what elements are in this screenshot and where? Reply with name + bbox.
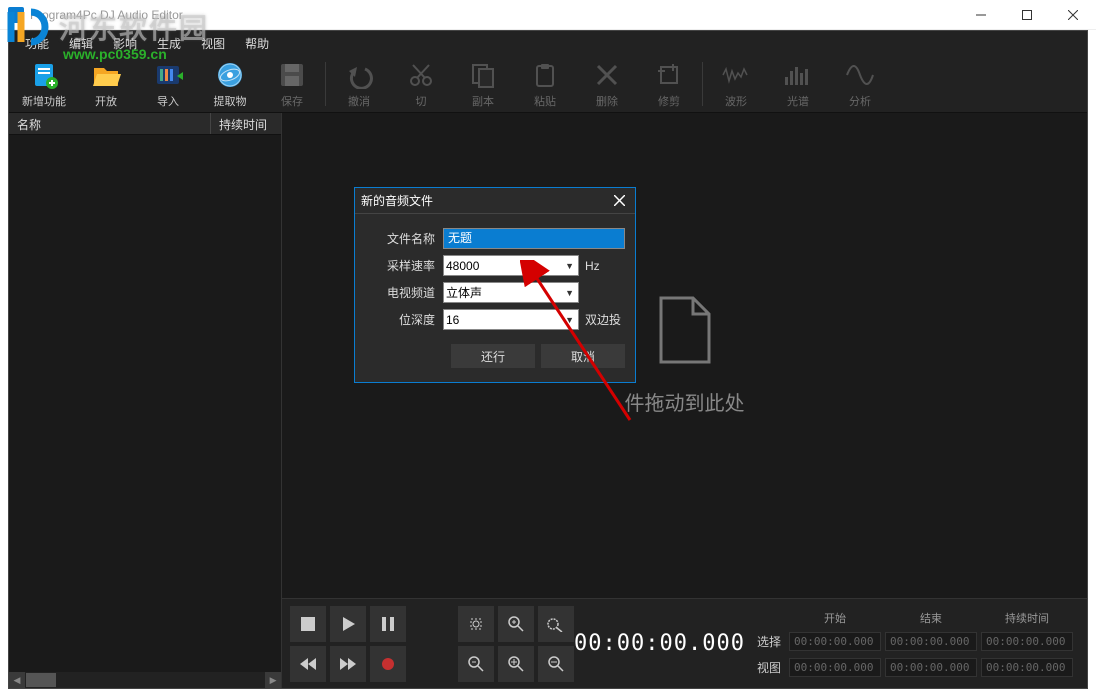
dialog-title: 新的音频文件 xyxy=(361,192,609,209)
toolbar: 新增功能开放导入提取物保存撤消切副本粘贴删除修剪波形光谱分析 xyxy=(9,55,1087,113)
save-icon xyxy=(278,59,306,91)
menu-help[interactable]: 帮助 xyxy=(235,33,279,54)
zoom-out-button[interactable] xyxy=(458,646,494,682)
cut-icon xyxy=(407,59,435,91)
tt-sel-start[interactable]: 00:00:00.000 xyxy=(789,632,881,651)
toolbar-new-button[interactable]: 新增功能 xyxy=(13,57,75,111)
drop-hint-text: 件拖动到此处 xyxy=(625,387,745,416)
menu-edit[interactable]: 编辑 xyxy=(59,33,103,54)
paste-icon xyxy=(531,59,559,91)
toolbar-save-button: 保存 xyxy=(261,57,323,111)
forward-button[interactable] xyxy=(330,646,366,682)
tt-head-end: 结束 xyxy=(885,610,977,626)
label-filename: 文件名称 xyxy=(365,230,443,247)
zoom-selection-button[interactable] xyxy=(538,606,574,642)
tt-head-start: 开始 xyxy=(789,610,881,626)
tt-sel-end[interactable]: 00:00:00.000 xyxy=(885,632,977,651)
unit-hz: Hz xyxy=(579,259,625,273)
extract-icon xyxy=(215,59,245,91)
dialog-close-button[interactable] xyxy=(609,191,629,211)
menu-generate[interactable]: 生成 xyxy=(147,33,191,54)
tt-row-select: 选择 xyxy=(745,633,785,650)
label-bitdepth: 位深度 xyxy=(365,311,443,328)
undo-icon xyxy=(345,59,373,91)
new-audio-dialog: 新的音频文件 文件名称 无题 采样速率 48000▼ Hz 电视频道 立体声▼ … xyxy=(354,187,636,383)
toolbar-undo-button: 撤消 xyxy=(328,57,390,111)
zoom-fit-button[interactable] xyxy=(458,606,494,642)
label-samplerate: 采样速率 xyxy=(365,257,443,274)
toolbar-trim-button: 修剪 xyxy=(638,57,700,111)
chevron-down-icon: ▼ xyxy=(565,315,576,325)
zoom-out-v-button[interactable] xyxy=(538,646,574,682)
open-icon xyxy=(91,59,121,91)
zoom-in-button[interactable] xyxy=(498,606,534,642)
unit-bitdepth: 双边投 xyxy=(579,311,625,328)
file-icon xyxy=(657,296,713,364)
toolbar-paste-button: 粘贴 xyxy=(514,57,576,111)
label-channels: 电视频道 xyxy=(365,284,443,301)
input-filename[interactable]: 无题 xyxy=(443,228,625,249)
tt-row-view: 视图 xyxy=(745,659,785,676)
scroll-left-icon[interactable]: ◀ xyxy=(9,672,25,688)
transport-bar: 00:00:00.000 开始 结束 持续时间 选择 00:00:00.000 … xyxy=(282,598,1087,688)
tt-view-dur[interactable]: 00:00:00.000 xyxy=(981,658,1073,677)
trim-icon xyxy=(655,59,683,91)
select-channels[interactable]: 立体声▼ xyxy=(443,282,579,303)
toolbar-import-button[interactable]: 导入 xyxy=(137,57,199,111)
close-button[interactable] xyxy=(1050,0,1096,30)
new-icon xyxy=(29,59,59,91)
copy-icon xyxy=(469,59,497,91)
tt-view-end[interactable]: 00:00:00.000 xyxy=(885,658,977,677)
delete-icon xyxy=(595,59,619,91)
import-icon xyxy=(153,59,183,91)
toolbar-cut-button: 切 xyxy=(390,57,452,111)
tt-head-dur: 持续时间 xyxy=(981,610,1073,626)
toolbar-analysis-button: 分析 xyxy=(829,57,891,111)
tt-sel-dur[interactable]: 00:00:00.000 xyxy=(981,632,1073,651)
window-title: Program4Pc DJ Audio Editor xyxy=(30,8,958,22)
toolbar-open-button[interactable]: 开放 xyxy=(75,57,137,111)
rewind-button[interactable] xyxy=(290,646,326,682)
sidebar-col-duration[interactable]: 持续时间 xyxy=(211,113,281,134)
minimize-button[interactable] xyxy=(958,0,1004,30)
cancel-button[interactable]: 取消 xyxy=(541,344,625,368)
spectrum-icon xyxy=(783,59,813,91)
chevron-down-icon: ▼ xyxy=(565,261,576,271)
play-button[interactable] xyxy=(330,606,366,642)
toolbar-extract-button[interactable]: 提取物 xyxy=(199,57,261,111)
menu-function[interactable]: 功能 xyxy=(15,33,59,54)
menu-view[interactable]: 视图 xyxy=(191,33,235,54)
time-range-table: 开始 结束 持续时间 选择 00:00:00.000 00:00:00.000 … xyxy=(745,609,1073,679)
stop-button[interactable] xyxy=(290,606,326,642)
zoom-in-v-button[interactable] xyxy=(498,646,534,682)
scroll-right-icon[interactable]: ▶ xyxy=(265,672,281,688)
record-button[interactable] xyxy=(370,646,406,682)
select-bitdepth[interactable]: 16▼ xyxy=(443,309,579,330)
ok-button[interactable]: 还行 xyxy=(451,344,535,368)
tt-view-start[interactable]: 00:00:00.000 xyxy=(789,658,881,677)
pause-button[interactable] xyxy=(370,606,406,642)
sidebar-list xyxy=(9,135,281,672)
window-titlebar: Program4Pc DJ Audio Editor xyxy=(0,0,1096,30)
sidebar: 名称 持续时间 ◀ ▶ xyxy=(9,113,282,688)
menu-effect[interactable]: 影响 xyxy=(103,33,147,54)
timecode-display: 00:00:00.000 xyxy=(574,631,745,656)
select-samplerate[interactable]: 48000▼ xyxy=(443,255,579,276)
toolbar-delete-button: 删除 xyxy=(576,57,638,111)
maximize-button[interactable] xyxy=(1004,0,1050,30)
toolbar-copy-button: 副本 xyxy=(452,57,514,111)
analysis-icon xyxy=(845,59,875,91)
sidebar-scrollbar[interactable]: ◀ ▶ xyxy=(9,672,281,688)
drop-hint: 件拖动到此处 xyxy=(625,296,745,416)
menu-bar: 功能 编辑 影响 生成 视图 帮助 xyxy=(9,31,1087,55)
app-icon xyxy=(8,7,24,23)
chevron-down-icon: ▼ xyxy=(565,288,576,298)
wave-icon xyxy=(721,59,751,91)
sidebar-col-name[interactable]: 名称 xyxy=(9,113,211,134)
toolbar-spectrum-button: 光谱 xyxy=(767,57,829,111)
toolbar-wave-button: 波形 xyxy=(705,57,767,111)
